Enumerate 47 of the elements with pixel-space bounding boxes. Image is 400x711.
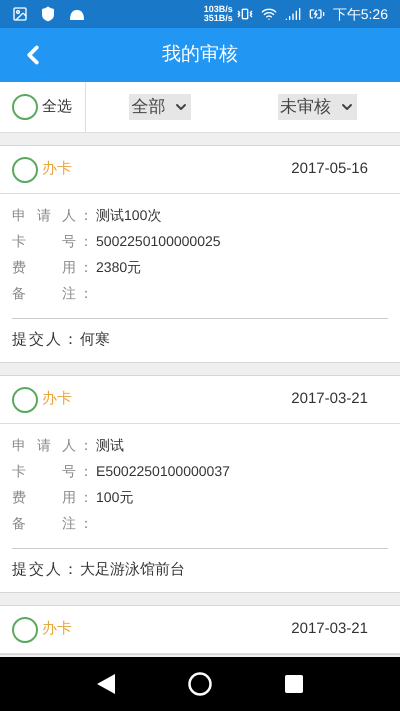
image-icon bbox=[12, 6, 28, 22]
card-type: 办卡 bbox=[42, 619, 72, 640]
field-label: 申请人 bbox=[12, 436, 76, 454]
card-date: 2017-03-21 bbox=[291, 619, 368, 640]
field-colon: ： bbox=[78, 462, 94, 480]
clock-time: 下午5:26 bbox=[332, 4, 388, 24]
card-date: 2017-05-16 bbox=[291, 159, 368, 180]
upload-speed: 103B/s bbox=[204, 5, 233, 14]
field-value: 100元 bbox=[96, 488, 134, 506]
home-icon[interactable] bbox=[188, 672, 212, 696]
field-label: 申请人 bbox=[12, 206, 76, 224]
submitter-name: 大足游泳馆前台 bbox=[80, 560, 185, 580]
filter-dropdown[interactable]: 全部 bbox=[129, 94, 192, 120]
field-colon: ： bbox=[78, 206, 94, 224]
field-colon: ： bbox=[78, 436, 94, 454]
shield-icon bbox=[40, 6, 56, 22]
field-label: 费用 bbox=[12, 488, 76, 506]
field-value: 2380元 bbox=[96, 258, 142, 276]
field-value: 5002250100000025 bbox=[96, 232, 221, 250]
field-label: 费用 bbox=[12, 258, 76, 276]
submitter-label: 提交人： bbox=[12, 560, 80, 580]
submitter-name: 何寒 bbox=[80, 330, 110, 350]
recents-icon[interactable] bbox=[285, 675, 304, 693]
download-speed: 351B/s bbox=[204, 14, 233, 23]
page-title: 我的审核 bbox=[162, 42, 238, 67]
field-label: 卡号 bbox=[12, 232, 76, 250]
field-value: E5002250100000037 bbox=[96, 462, 230, 480]
field-label: 备注 bbox=[12, 514, 76, 532]
signal-icon bbox=[284, 6, 301, 22]
select-all-label: 全选 bbox=[42, 96, 72, 117]
field-colon: ： bbox=[78, 232, 94, 250]
field-colon: ： bbox=[78, 488, 94, 506]
field-label: 备注 bbox=[12, 284, 76, 302]
card-type: 办卡 bbox=[42, 389, 72, 410]
card-type: 办卡 bbox=[42, 159, 72, 180]
field-label: 卡号 bbox=[12, 462, 76, 480]
filter-dropdown[interactable]: 未审核 bbox=[278, 94, 357, 120]
field-value: 测试 bbox=[96, 436, 124, 454]
card-date: 2017-03-21 bbox=[291, 389, 368, 410]
wifi-icon bbox=[260, 6, 277, 22]
field-colon: ： bbox=[78, 284, 94, 302]
back-icon[interactable] bbox=[96, 674, 115, 694]
field-value: 测试100次 bbox=[96, 206, 162, 224]
field-colon: ： bbox=[78, 258, 94, 276]
submitter-label: 提交人： bbox=[12, 330, 80, 350]
field-colon: ： bbox=[78, 514, 94, 532]
vibrate-icon bbox=[236, 6, 253, 22]
